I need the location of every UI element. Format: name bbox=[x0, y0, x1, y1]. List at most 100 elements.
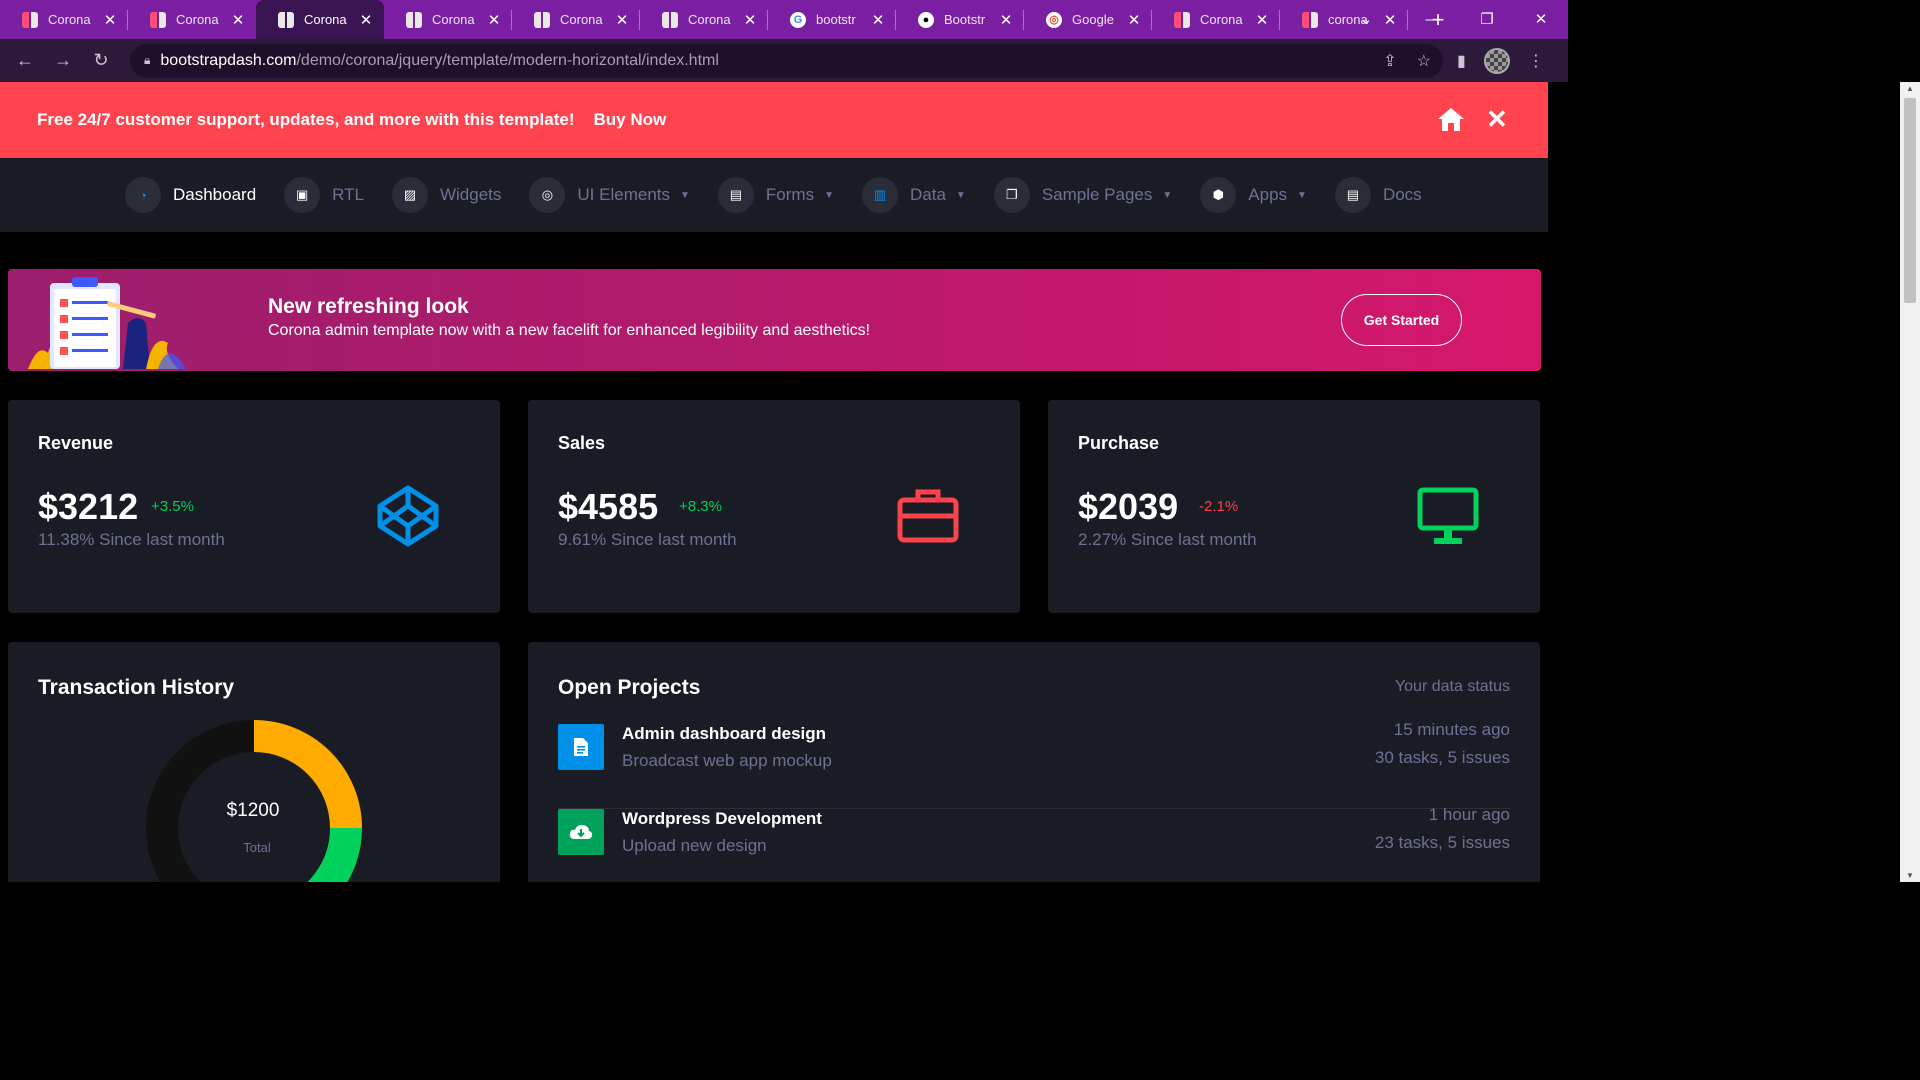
nav-item-data[interactable]: ▥ Data ▼ bbox=[861, 177, 966, 213]
nav-item-forms[interactable]: ▤ Forms ▼ bbox=[717, 177, 834, 213]
reload-icon[interactable]: ↻ bbox=[82, 50, 120, 71]
nav-item-rtl[interactable]: ▣ RTL bbox=[284, 177, 364, 213]
open-projects-card: Open Projects Your data status Admin das… bbox=[528, 642, 1540, 882]
chevron-down-icon: ▼ bbox=[955, 189, 966, 201]
nav-item-ui-elements[interactable]: ◎ UI Elements ▼ bbox=[529, 177, 690, 213]
speedometer-icon: ◔ bbox=[125, 177, 161, 213]
browser-toolbar: ← → ↻ 🔒︎ bootstrapdash.com /demo/corona/… bbox=[0, 39, 1568, 82]
side-panel-icon[interactable]: ▮ bbox=[1457, 51, 1466, 71]
browser-tab[interactable]: ◎ Google ✕ bbox=[1024, 0, 1152, 39]
close-tab-icon[interactable]: ✕ bbox=[230, 11, 246, 29]
browser-tab[interactable]: Corona ✕ bbox=[1152, 0, 1280, 39]
project-desc: Broadcast web app mockup bbox=[622, 751, 832, 770]
browser-tab[interactable]: Corona ✕ bbox=[384, 0, 512, 39]
nav-item-label: Dashboard bbox=[173, 185, 257, 204]
promo-banner: New refreshing look Corona admin templat… bbox=[8, 269, 1541, 371]
scrollbar-thumb[interactable] bbox=[1904, 98, 1916, 303]
url-path: /demo/corona/jquery/template/modern-hori… bbox=[296, 51, 719, 69]
browser-tab[interactable]: Corona ✕ bbox=[640, 0, 768, 39]
close-promo-icon[interactable]: ✕ bbox=[1486, 104, 1508, 135]
nav-item-sample-pages[interactable]: ❐ Sample Pages ▼ bbox=[993, 177, 1172, 213]
forward-arrow-icon[interactable]: → bbox=[44, 50, 82, 71]
get-started-button[interactable]: Get Started bbox=[1341, 294, 1462, 346]
page-content: Free 24/7 customer support, updates, and… bbox=[0, 82, 1548, 882]
scroll-down-arrow-icon[interactable]: ▼ bbox=[1900, 871, 1920, 880]
copy-icon: ❐ bbox=[993, 177, 1030, 213]
browser-tab-active[interactable]: Corona ✕ bbox=[256, 0, 384, 39]
address-bar[interactable]: 🔒︎ bootstrapdash.com /demo/corona/jquery… bbox=[130, 43, 1443, 78]
stat-since: 9.61% Since last month bbox=[558, 530, 737, 549]
profile-avatar-icon[interactable] bbox=[1483, 47, 1510, 74]
corona-favicon-icon bbox=[150, 11, 166, 28]
menu-kebab-icon[interactable]: ⋮ bbox=[1528, 51, 1544, 71]
corona-favicon-icon bbox=[406, 11, 422, 28]
nav-item-apps[interactable]: ⬢ Apps ▼ bbox=[1200, 177, 1307, 213]
stat-title: Sales bbox=[558, 433, 606, 453]
stat-change: +8.3% bbox=[679, 498, 722, 515]
nav-item-widgets[interactable]: ▨ Widgets bbox=[391, 177, 501, 213]
close-tab-icon[interactable]: ✕ bbox=[102, 11, 118, 29]
minimize-icon[interactable]: — bbox=[1406, 0, 1460, 39]
tab-title: Corona bbox=[304, 12, 347, 27]
page-scrollbar[interactable]: ▲ ▼ bbox=[1900, 82, 1920, 882]
close-tab-icon[interactable]: ✕ bbox=[1126, 11, 1142, 29]
banner-subtext: Corona admin template now with a new fac… bbox=[268, 322, 871, 339]
tab-title: Corona bbox=[1200, 12, 1243, 27]
close-tab-icon[interactable]: ✕ bbox=[358, 11, 374, 29]
corona-favicon-icon bbox=[1302, 11, 1318, 28]
hexagon-icon: ⬢ bbox=[1200, 177, 1237, 213]
browser-tab[interactable]: Corona ✕ bbox=[0, 0, 128, 39]
close-tab-icon[interactable]: ✕ bbox=[998, 11, 1014, 29]
close-window-icon[interactable]: ✕ bbox=[1514, 0, 1568, 39]
nav-item-docs[interactable]: ▤ Docs bbox=[1334, 177, 1422, 213]
buy-now-link[interactable]: Buy Now bbox=[594, 110, 667, 130]
stat-title: Purchase bbox=[1078, 433, 1160, 453]
close-tab-icon[interactable]: ✕ bbox=[1254, 11, 1270, 29]
google-icon: G bbox=[790, 11, 806, 28]
nav-item-label: Sample Pages bbox=[1041, 185, 1153, 204]
chevron-down-icon: ▼ bbox=[824, 189, 834, 201]
home-icon[interactable] bbox=[1437, 106, 1465, 132]
project-tasks: 23 tasks, 5 issues bbox=[1374, 833, 1510, 852]
back-arrow-icon[interactable]: ← bbox=[6, 50, 44, 71]
nav-item-label: Data bbox=[909, 185, 946, 204]
project-name: Wordpress Development bbox=[622, 809, 822, 828]
corona-favicon-icon bbox=[1174, 11, 1190, 28]
browser-tab[interactable]: Corona ✕ bbox=[512, 0, 640, 39]
project-tasks: 30 tasks, 5 issues bbox=[1374, 748, 1510, 767]
sales-card: Sales $4585 +8.3% 9.61% Since last month bbox=[528, 400, 1020, 613]
stat-since: 2.27% Since last month bbox=[1078, 530, 1257, 549]
project-row[interactable]: Wordpress Development Upload new design … bbox=[558, 805, 1510, 882]
close-tab-icon[interactable]: ✕ bbox=[486, 11, 502, 29]
close-tab-icon[interactable]: ✕ bbox=[742, 11, 758, 29]
stat-change: -2.1% bbox=[1199, 498, 1239, 515]
tab-title: Corona bbox=[176, 12, 219, 27]
github-icon: ● bbox=[918, 11, 934, 28]
share-icon[interactable]: ⇪ bbox=[1383, 51, 1396, 71]
lock-icon[interactable]: 🔒︎ bbox=[144, 53, 150, 68]
close-tab-icon[interactable]: ✕ bbox=[870, 11, 886, 29]
chevron-down-icon: ▼ bbox=[1297, 189, 1307, 201]
restore-icon[interactable]: ❐ bbox=[1460, 0, 1514, 39]
cloud-download-icon bbox=[558, 809, 604, 855]
horizontal-navbar: ◔ Dashboard ▣ RTL ▨ Widgets ◎ UI Element… bbox=[0, 158, 1548, 232]
close-tab-icon[interactable]: ✕ bbox=[614, 11, 630, 29]
tab-title: bootstr bbox=[816, 12, 856, 27]
clipboard-icon: ▤ bbox=[717, 177, 754, 213]
browser-tab[interactable]: Corona ✕ bbox=[128, 0, 256, 39]
nav-item-label: Apps bbox=[1248, 185, 1288, 204]
purchase-card: Purchase $2039 -2.1% 2.27% Since last mo… bbox=[1048, 400, 1540, 613]
browser-tab[interactable]: G bootstr ✕ bbox=[768, 0, 896, 39]
chevron-down-icon: ▼ bbox=[680, 189, 690, 201]
bookmark-star-icon[interactable]: ☆ bbox=[1417, 51, 1431, 71]
browser-tab[interactable]: ● Bootstr ✕ bbox=[896, 0, 1024, 39]
tab-search-chevron-icon[interactable]: ⌄ bbox=[1346, 0, 1386, 39]
tab-title: Google bbox=[1072, 12, 1114, 27]
nav-item-dashboard[interactable]: ◔ Dashboard bbox=[125, 177, 256, 213]
scroll-up-arrow-icon[interactable]: ▲ bbox=[1900, 84, 1920, 93]
transaction-history-card: Transaction History $1200 Total bbox=[8, 642, 500, 882]
nav-item-label: Forms bbox=[765, 185, 815, 204]
project-row[interactable]: Admin dashboard design Broadcast web app… bbox=[558, 720, 1510, 809]
file-icon: ▣ bbox=[284, 177, 321, 213]
promo-message: Free 24/7 customer support, updates, and… bbox=[37, 110, 575, 129]
